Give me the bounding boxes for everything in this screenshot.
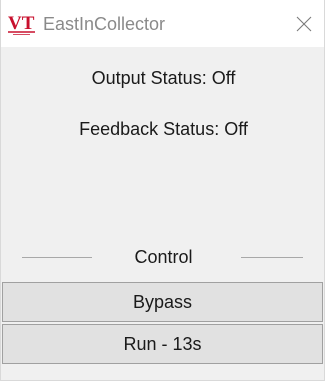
output-status-label: Output Status: Off bbox=[91, 68, 236, 88]
title-bar: VT EastInCollector bbox=[1, 0, 324, 47]
bypass-button[interactable]: Bypass bbox=[2, 282, 323, 322]
run-button[interactable]: Run - 13s bbox=[2, 324, 323, 364]
window-title: EastInCollector bbox=[43, 14, 166, 34]
feedback-status-label: Feedback Status: Off bbox=[79, 119, 248, 139]
app-logo-icon: VT bbox=[7, 12, 37, 36]
app-window: VT EastInCollector Output Status: Off Fe… bbox=[0, 0, 325, 381]
svg-text:VT: VT bbox=[8, 13, 35, 34]
close-icon bbox=[296, 16, 312, 32]
control-group-label: Control bbox=[134, 247, 193, 267]
close-button[interactable] bbox=[286, 7, 322, 41]
